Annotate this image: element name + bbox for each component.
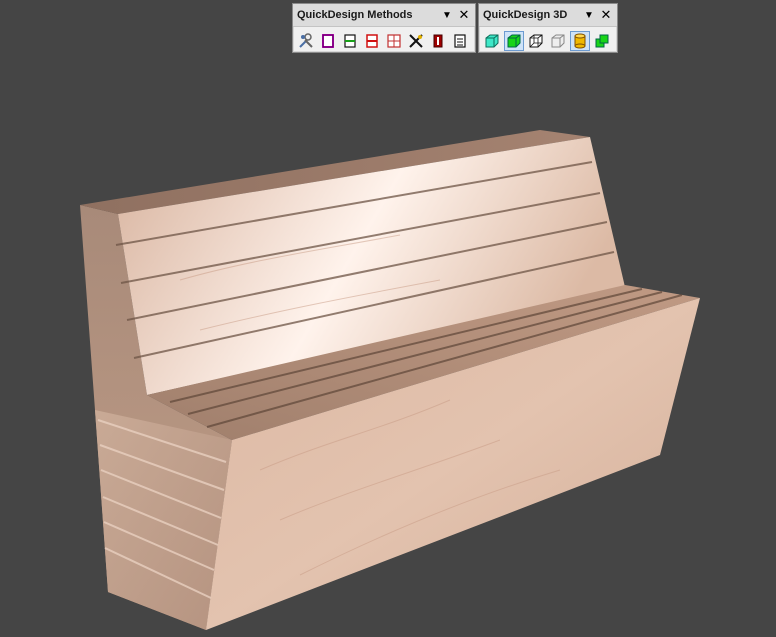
toolbar-header[interactable]: QuickDesign Methods ▼ ✕ [293,4,475,27]
vertical-panel-icon[interactable] [428,31,448,51]
drawer-icon[interactable] [450,31,470,51]
cylinder-icon[interactable] [570,31,590,51]
green-box-icon[interactable] [504,31,524,51]
3d-viewport[interactable] [0,0,776,637]
dropdown-arrow-icon[interactable]: ▼ [582,8,596,22]
tools-icon[interactable] [296,31,316,51]
frame-magenta-icon[interactable] [318,31,338,51]
quickdesign-methods-toolbar: QuickDesign Methods ▼ ✕ [292,3,476,53]
toolbar-header[interactable]: QuickDesign 3D ▼ ✕ [479,4,617,27]
quickdesign-3d-toolbar: QuickDesign 3D ▼ ✕ [478,3,618,53]
wireframe-box-icon[interactable] [526,31,546,51]
close-icon[interactable]: ✕ [457,7,471,22]
stacked-boxes-icon[interactable] [592,31,612,51]
toolbar-title: QuickDesign Methods [297,9,413,21]
grid-divide-icon[interactable] [384,31,404,51]
dropdown-arrow-icon[interactable]: ▼ [440,8,454,22]
horizontal-divide-red-icon[interactable] [362,31,382,51]
bench-render [80,130,700,630]
horizontal-divide-icon[interactable] [340,31,360,51]
close-icon[interactable]: ✕ [599,7,613,22]
cyan-box-icon[interactable] [482,31,502,51]
hidden-line-box-icon[interactable] [548,31,568,51]
toolbar-title: QuickDesign 3D [483,9,568,21]
pin-cross-icon[interactable] [406,31,426,51]
